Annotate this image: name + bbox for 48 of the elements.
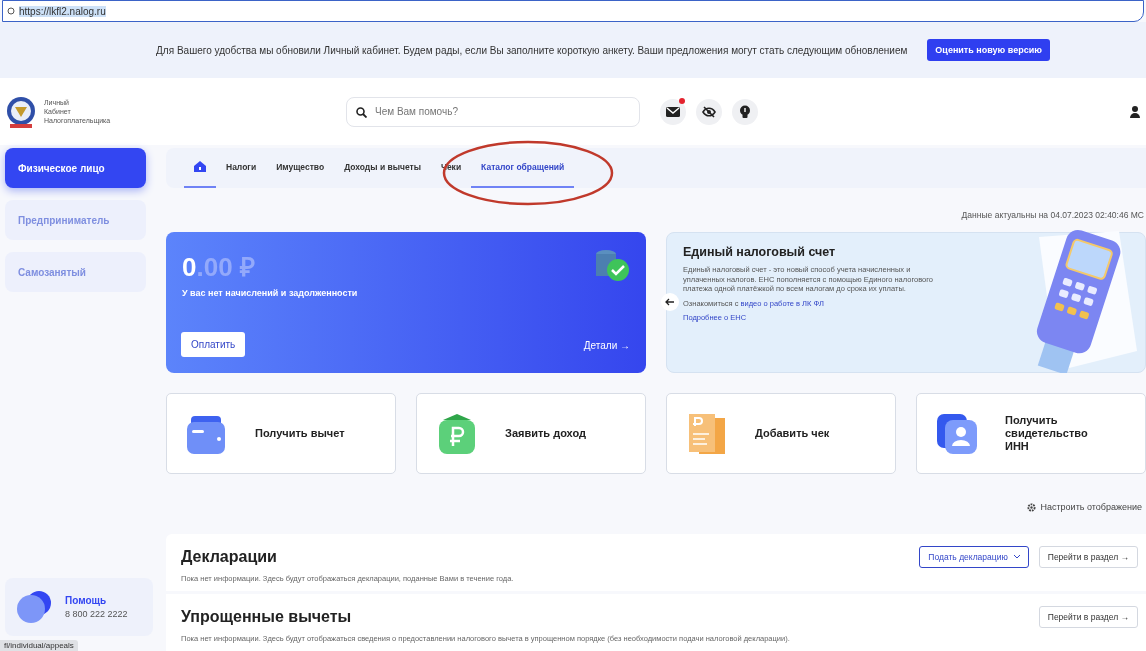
search-field[interactable]: Чем Вам помочь? [346, 96, 640, 127]
help-card[interactable]: Помощь 8 800 222 2222 [5, 578, 153, 636]
go-to-section-button[interactable]: Перейти в раздел → [1038, 606, 1138, 628]
settings-icon [1027, 502, 1037, 512]
id-card-icon [935, 411, 979, 456]
banner-text: Для Вашего удобства мы обновили Личный кабинет. Будем рады, если Вы заполните короткую анкету. Ваши предложения могут стать следующим обновлением [156, 44, 908, 56]
emblem-logo [6, 94, 36, 129]
mail-button[interactable] [660, 98, 686, 125]
action-label: Заявить доход [505, 427, 587, 440]
balance-amount: 0.00 ₽ [182, 251, 255, 284]
pay-button[interactable]: Оплатить [181, 332, 246, 357]
action-label: Получить свидетельство ИНН [1005, 414, 1089, 453]
lightbulb-icon[interactable] [739, 104, 751, 119]
submit-declaration-button[interactable]: Подать декларацию [919, 546, 1029, 568]
action-card[interactable]: Получить свидетельство ИНН [916, 393, 1146, 474]
data-updated-text: Данные актуальны на 04.07.2023 02:40:46 МС [960, 210, 1144, 220]
action-label: Добавить чек [755, 427, 831, 440]
rate-version-button[interactable]: Оценить новую версию [927, 39, 1050, 61]
home-icon [194, 160, 206, 172]
section-title: Декларации [181, 548, 278, 566]
section-title: Упрощенные вычеты [181, 608, 353, 626]
nav-tab[interactable]: Налоги [216, 148, 267, 188]
url-text[interactable]: https://lkfl2.nalog.ru [19, 5, 106, 17]
user-icon[interactable] [1130, 105, 1140, 118]
eye-off-icon[interactable] [702, 105, 716, 118]
customize-view-link[interactable]: Настроить отображение [1040, 502, 1142, 512]
mail-icon[interactable] [666, 105, 680, 118]
nav-tab[interactable]: Имущество [266, 148, 335, 188]
help-title: Помощь [65, 594, 108, 606]
previous-button[interactable] [661, 293, 679, 311]
arrow-left-icon [665, 298, 675, 306]
action-card[interactable]: Получить вычет [166, 393, 396, 474]
help-phone: 8 800 222 2222 [65, 608, 128, 619]
action-card[interactable]: Заявить доход [416, 393, 646, 474]
nav-tab[interactable]: Доходы и вычеты [334, 148, 431, 188]
sidebar-item[interactable]: Физическое лицо [5, 148, 146, 188]
action-card[interactable]: Добавить чек [666, 393, 896, 474]
info-icon [7, 7, 15, 15]
coins-check-icon [594, 248, 630, 282]
balance-caption: У вас нет начислений и задолженности [182, 288, 359, 298]
status-url: fl/individual/appeals [0, 640, 78, 651]
go-to-section-button[interactable]: Перейти в раздел → [1038, 546, 1138, 568]
ens-title: Единый налоговый счет [683, 245, 837, 259]
details-link[interactable]: Детали → [583, 340, 630, 351]
caret-icon [1013, 555, 1020, 559]
bulb-button[interactable] [732, 98, 758, 125]
action-label: Получить вычет [255, 427, 345, 440]
eye-off-button[interactable] [696, 98, 722, 125]
